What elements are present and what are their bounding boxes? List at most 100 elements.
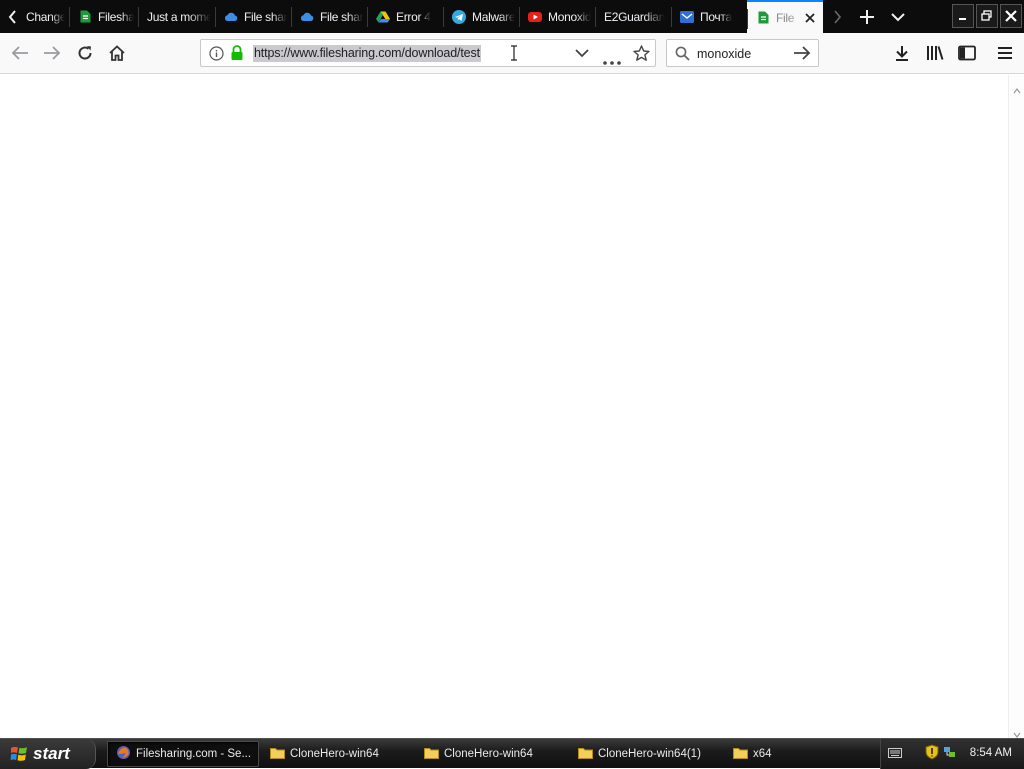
plus-icon — [860, 9, 874, 24]
bookmark-star-button[interactable] — [633, 45, 650, 67]
taskbar-task[interactable]: x64 — [725, 741, 815, 767]
folder-icon — [578, 747, 593, 762]
taskbar-task[interactable]: CloneHero-win64(1) — [570, 741, 722, 767]
arrow-right-icon — [44, 46, 61, 60]
star-icon — [633, 45, 650, 61]
tab-title: Changes — [26, 9, 65, 24]
page-actions-button[interactable] — [603, 52, 621, 70]
url-text[interactable]: https://www.filesharing.com/download/tes… — [253, 45, 481, 62]
taskbar-task-label: Filesharing.com - Se... — [136, 748, 252, 760]
forward-button[interactable] — [37, 39, 67, 67]
url-history-dropdown-button[interactable] — [575, 46, 589, 65]
window-close-button[interactable] — [1000, 4, 1022, 28]
browser-tab[interactable]: Почта — [671, 0, 747, 33]
green-file-icon — [78, 10, 92, 24]
firefox-icon — [116, 745, 131, 763]
list-all-tabs-button[interactable] — [884, 0, 912, 33]
vertical-scrollbar[interactable] — [1008, 75, 1024, 738]
search-go-button[interactable] — [793, 45, 811, 66]
library-button[interactable] — [920, 39, 950, 67]
chevron-down-icon — [891, 12, 905, 21]
arrow-right-icon — [794, 46, 811, 60]
browser-tab[interactable]: Error 4 — [367, 0, 443, 33]
tab-title: Malware — [472, 9, 515, 24]
taskbar-task[interactable]: CloneHero-win64 — [262, 741, 412, 767]
network-icon[interactable] — [943, 745, 957, 764]
tab-title: Just a moment — [147, 9, 211, 24]
reload-button[interactable] — [70, 39, 100, 67]
browser-tab[interactable]: Malware — [443, 0, 519, 33]
tab-title: Почта — [700, 9, 732, 24]
keyboard-icon[interactable] — [888, 745, 902, 763]
taskbar-task-label: CloneHero-win64 — [290, 748, 379, 760]
chevron-down-icon — [575, 49, 589, 58]
page-content — [0, 75, 1008, 738]
scroll-up-arrow-icon[interactable] — [1013, 81, 1021, 99]
mail-icon — [680, 10, 694, 24]
tab-title: File sharing — [320, 9, 363, 24]
sidebar-button[interactable] — [952, 39, 982, 67]
taskbar-task-label: CloneHero-win64(1) — [598, 748, 701, 760]
taskbar-task[interactable]: CloneHero-win64 — [416, 741, 566, 767]
scroll-tabs-right-button[interactable] — [826, 0, 848, 33]
downloads-button[interactable] — [887, 39, 917, 67]
browser-tab[interactable]: E2Guardian — [595, 0, 671, 33]
green-file-icon — [756, 11, 770, 25]
open-menu-button[interactable] — [990, 39, 1020, 67]
restore-icon — [981, 10, 992, 21]
browser-tab[interactable]: File sharing — [291, 0, 367, 33]
tab-title: E2Guardian — [604, 9, 666, 24]
taskbar-task-label: x64 — [753, 748, 772, 760]
scroll-tabs-left-button[interactable] — [0, 0, 26, 33]
taskbar-task-label: CloneHero-win64 — [444, 748, 533, 760]
search-bar[interactable] — [666, 39, 819, 67]
folder-icon — [424, 747, 439, 762]
browser-tab[interactable]: Changes — [26, 0, 69, 33]
tab-title: Filesharing — [98, 9, 134, 24]
tab-title: Error 4 — [396, 9, 431, 24]
browser-tab[interactable]: Just a moment — [138, 0, 215, 33]
browser-tab[interactable]: File sharing — [215, 0, 291, 33]
search-input[interactable] — [697, 44, 789, 63]
telegram-icon — [452, 9, 466, 24]
lock-icon[interactable] — [230, 45, 244, 66]
back-button[interactable] — [5, 39, 35, 67]
blue-cloud-icon — [224, 10, 238, 24]
start-label: start — [33, 744, 70, 763]
download-icon — [896, 46, 908, 61]
reload-icon — [78, 46, 92, 60]
drive-icon — [376, 10, 390, 24]
more-horizontal-icon — [603, 61, 621, 65]
system-tray: 8:54 AM — [880, 739, 1024, 769]
minimize-button[interactable] — [952, 4, 974, 28]
home-icon — [109, 45, 125, 61]
close-icon — [1005, 10, 1017, 22]
browser-tab[interactable]: File — [747, 0, 823, 33]
hamburger-menu-icon — [998, 47, 1012, 59]
tab-close-button[interactable] — [802, 10, 818, 26]
browser-tab[interactable]: Filesharing — [69, 0, 138, 33]
tab-list: Changes Filesharing Just a moment File shar… — [26, 0, 823, 33]
browser-tab[interactable]: Monoxide — [519, 0, 595, 33]
url-bar[interactable]: https://www.filesharing.com/download/tes… — [200, 39, 656, 67]
text-cursor-icon — [510, 45, 518, 66]
taskbar-task[interactable]: Filesharing.com - Se... — [107, 741, 259, 767]
new-tab-button[interactable] — [852, 0, 882, 33]
chevron-right-icon — [834, 9, 842, 24]
library-icon — [927, 46, 944, 60]
navigation-toolbar: https://www.filesharing.com/download/tes… — [0, 33, 1024, 74]
taskbar: start Filesharing.com - Se... CloneHero-w… — [0, 738, 1024, 769]
security-shield-icon[interactable] — [925, 743, 939, 765]
arrow-left-icon — [11, 46, 28, 60]
chevron-left-icon — [8, 9, 16, 24]
folder-icon — [270, 747, 285, 762]
tab-strip: Changes Filesharing Just a moment File shar… — [0, 0, 1024, 33]
start-button[interactable]: start — [0, 739, 96, 769]
folder-icon — [733, 747, 748, 762]
restore-button[interactable] — [976, 4, 998, 28]
home-button[interactable] — [102, 39, 132, 67]
clock[interactable]: 8:54 AM — [970, 747, 1012, 759]
info-icon[interactable] — [209, 46, 224, 66]
sidebar-icon — [958, 45, 976, 61]
blue-cloud-icon — [300, 10, 314, 24]
